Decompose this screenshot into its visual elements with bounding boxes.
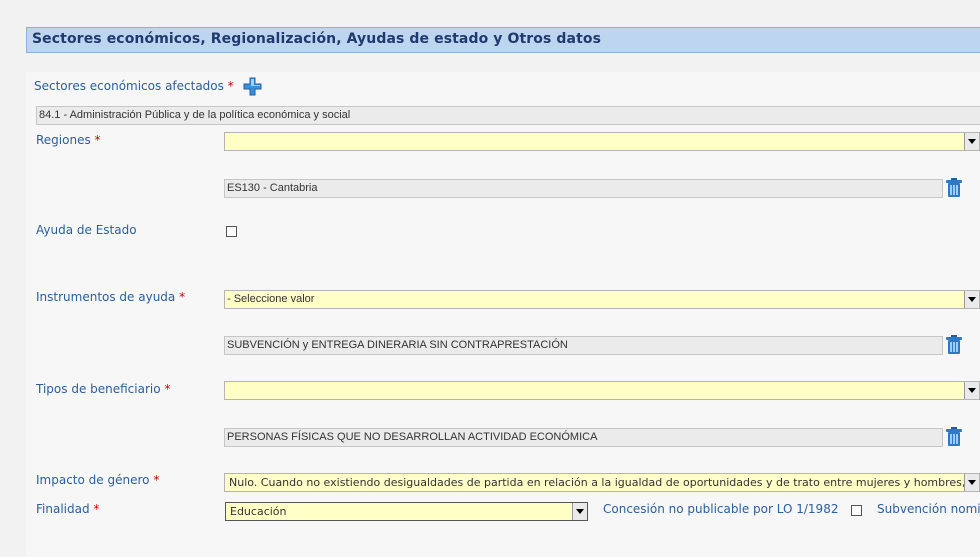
required-marker: * [179,290,186,304]
concesion-label: Concesión no publicable por LO 1/1982 [603,502,839,516]
sector-item: 84.1 - Administración Pública y de la po… [36,106,980,125]
subvencion-label: Subvención nomi [877,502,980,516]
finalidad-label: Finalidad * [36,502,99,516]
beneficiario-item: PERSONAS FÍSICAS QUE NO DESARROLLAN ACTI… [224,428,943,447]
sectores-label: Sectores económicos afectados * [34,79,234,93]
required-marker: * [94,133,101,147]
chevron-down-icon[interactable] [964,382,979,399]
instrumento-item: SUBVENCIÓN y ENTREGA DINERARIA SIN CONTR… [224,336,943,355]
impacto-select[interactable]: Nulo. Cuando no existiendo desigualdades… [224,473,980,492]
add-sector-button[interactable] [243,77,262,96]
finalidad-select-value: Educación [230,505,287,518]
required-marker: * [153,473,160,487]
impacto-select-value: Nulo. Cuando no existiendo desigualdades… [229,476,980,489]
instrumentos-select[interactable]: - Seleccione valor [224,290,980,309]
delete-region-button[interactable] [946,178,962,197]
trash-icon [946,427,962,446]
instrumentos-label: Instrumentos de ayuda * [36,290,185,304]
trash-icon [946,178,962,197]
chevron-down-icon[interactable] [964,474,979,491]
beneficiario-label: Tipos de beneficiario * [36,382,170,396]
finalidad-select[interactable]: Educación [225,502,588,521]
region-item: ES130 - Cantabria [224,179,943,198]
chevron-down-icon[interactable] [964,291,979,308]
regiones-label-text: Regiones [36,133,91,147]
sectores-label-text: Sectores económicos afectados [34,79,224,93]
finalidad-label-text: Finalidad [36,502,90,516]
instrumentos-label-text: Instrumentos de ayuda [36,290,176,304]
impacto-label: Impacto de género * [36,473,159,487]
section-title: Sectores económicos, Regionalización, Ay… [32,31,602,47]
impacto-label-text: Impacto de género [36,473,150,487]
beneficiario-select[interactable] [224,381,980,400]
required-marker: * [227,79,234,93]
delete-instrumento-button[interactable] [946,335,962,354]
required-marker: * [93,502,100,516]
regiones-label: Regiones * [36,133,101,147]
ayuda-estado-checkbox[interactable] [226,226,237,237]
ayuda-estado-label: Ayuda de Estado [36,223,137,237]
beneficiario-label-text: Tipos de beneficiario [36,382,161,396]
trash-icon [946,335,962,354]
instrumentos-select-value: - Seleccione valor [227,293,315,305]
concesion-checkbox[interactable] [851,505,862,516]
plus-icon [243,77,262,96]
required-marker: * [164,382,171,396]
delete-beneficiario-button[interactable] [946,427,962,446]
regiones-select[interactable] [224,132,980,151]
chevron-down-icon[interactable] [964,133,979,150]
chevron-down-icon[interactable] [572,503,587,520]
